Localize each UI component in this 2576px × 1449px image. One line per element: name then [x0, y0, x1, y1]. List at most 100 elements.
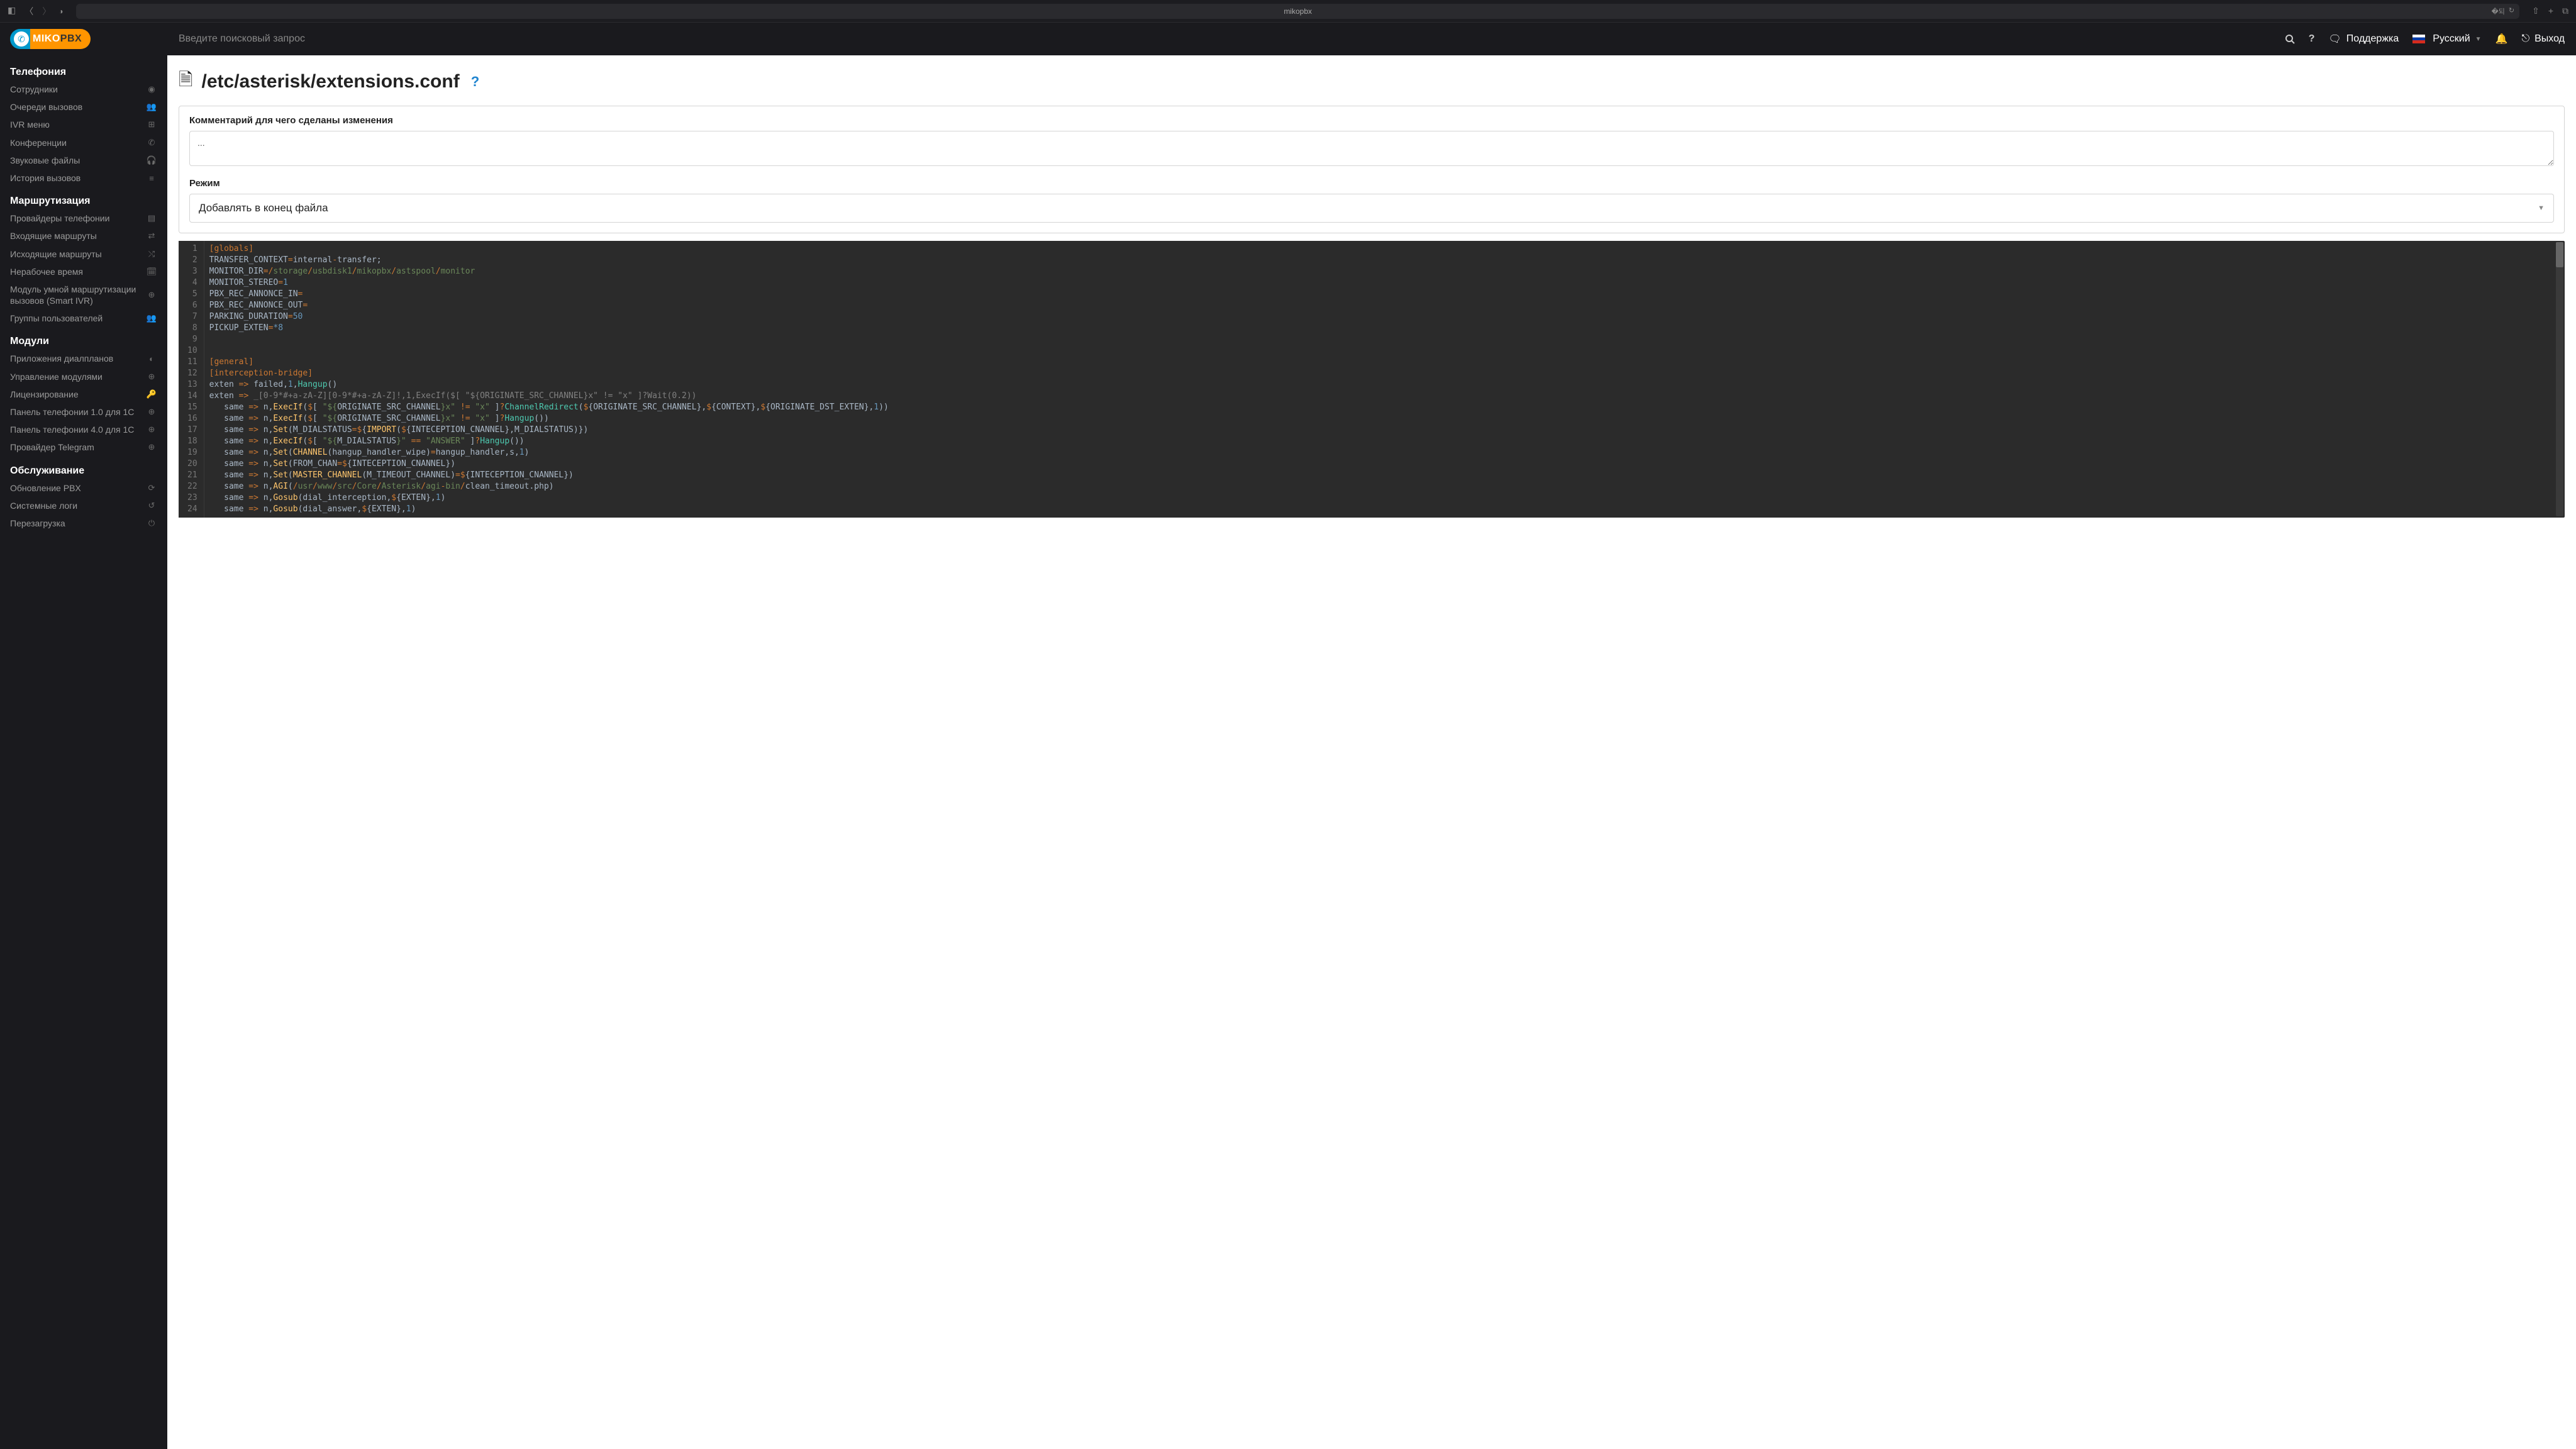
code-line[interactable]: same => n,AGI(/usr/www/src/Core/Asterisk… [209, 481, 2560, 492]
code-line[interactable]: [interception-bridge] [209, 368, 2560, 379]
code-line[interactable]: PARKING_DURATION=50 [209, 311, 2560, 323]
phone-icon: ✆ [14, 31, 29, 47]
tabs-icon[interactable]: ⧉ [2562, 6, 2568, 16]
code-line[interactable] [209, 334, 2560, 345]
sidebar-item[interactable]: История вызовов≡ [0, 169, 167, 187]
sidebar-item[interactable]: Провайдеры телефонии▤ [0, 209, 167, 227]
code-line[interactable]: same => n,Set(M_DIALSTATUS=${IMPORT(${IN… [209, 425, 2560, 436]
sidebar-item-label: Звуковые файлы [10, 155, 146, 166]
sidebar-item[interactable]: Нерабочее время🗓 [0, 263, 167, 280]
code-line[interactable]: PBX_REC_ANNONCE_IN= [209, 289, 2560, 300]
sidebar-item[interactable]: Модуль умной маршрутизации вызовов (Smar… [0, 280, 167, 309]
code-line[interactable]: exten => failed,1,Hangup() [209, 379, 2560, 391]
sidebar-item-label: История вызовов [10, 172, 146, 184]
sidebar-item[interactable]: Группы пользователей👥 [0, 309, 167, 327]
puzzle-icon: ⊕ [146, 372, 157, 382]
support-link[interactable]: 🗨 Поддержка [2328, 33, 2399, 45]
sidebar-item[interactable]: Звуковые файлы🎧 [0, 152, 167, 169]
sync-icon: ⟳ [146, 483, 157, 493]
code-line[interactable]: PBX_REC_ANNONCE_OUT= [209, 300, 2560, 311]
code-line[interactable]: same => n,Gosub(dial_interception,${EXTE… [209, 492, 2560, 504]
logout-link[interactable]: ⎋ Выход [2521, 33, 2565, 45]
sidebar-item[interactable]: Системные логи↺ [0, 497, 167, 514]
sidebar-item[interactable]: Входящие маршруты⇄ [0, 227, 167, 245]
sidebar-item[interactable]: Лицензирование🔑 [0, 386, 167, 403]
sidebar-item[interactable]: Очереди вызовов👥 [0, 98, 167, 116]
logout-icon: ⎋ [2521, 33, 2529, 45]
code-line[interactable]: same => n,ExecIf($[ "${ORIGINATE_SRC_CHA… [209, 413, 2560, 425]
sidebar-item[interactable]: Перезагрузка⏻ [0, 514, 167, 532]
sidebar-item-label: Лицензирование [10, 389, 146, 400]
phone-volume-icon: ✆ [146, 138, 157, 148]
code-line[interactable]: same => n,ExecIf($[ "${ORIGINATE_SRC_CHA… [209, 402, 2560, 413]
sidebar-item[interactable]: Панель телефонии 1.0 для 1С⊕ [0, 403, 167, 421]
forward-icon[interactable]: 〉 [42, 5, 51, 18]
code-line[interactable]: same => n,Gosub(dial_answer,${EXTEN},1) [209, 504, 2560, 515]
language-select[interactable]: Русский ▼ [2412, 33, 2481, 45]
share-icon[interactable]: ⇧ [2532, 6, 2540, 16]
sidebar-item[interactable]: Конференции✆ [0, 134, 167, 152]
code-line[interactable]: same => n,Set(CHANNEL(hangup_handler_wip… [209, 447, 2560, 458]
new-tab-icon[interactable]: + [2548, 6, 2553, 16]
list-icon: ≡ [146, 174, 157, 183]
sidebar-item-label: Системные логи [10, 500, 146, 511]
code-line[interactable]: [general] [209, 357, 2560, 368]
code-scrollbar-track[interactable] [2556, 242, 2563, 516]
comment-input[interactable] [189, 131, 2554, 166]
puzzle-icon: ⊕ [146, 407, 157, 417]
code-line[interactable]: PICKUP_EXTEN=*8 [209, 323, 2560, 334]
headphones-icon: 🎧 [146, 155, 157, 165]
code-line[interactable]: exten => _[0-9*#+a-zA-Z][0-9*#+a-zA-Z]!,… [209, 391, 2560, 402]
sidebar-item-label: IVR меню [10, 119, 146, 130]
puzzle-icon: ⊕ [146, 442, 157, 452]
sidebar-item[interactable]: Исходящие маршруты⤭ [0, 245, 167, 263]
content: 🗎 /etc/asterisk/extensions.conf ? Коммен… [167, 55, 2576, 1449]
sidebar-section-title: Модули [0, 331, 167, 350]
logo[interactable]: ✆ MIKOPBX [0, 23, 167, 58]
address-bar[interactable]: ◑ mikopbx �되 ↻ [76, 4, 2519, 19]
sidebar-item[interactable]: Управление модулями⊕ [0, 368, 167, 386]
code-gutter: 123456789101112131415161718192021222324 [179, 241, 204, 518]
code-line[interactable] [209, 345, 2560, 357]
sidebar-item[interactable]: Провайдер Telegram⊕ [0, 438, 167, 456]
code-line[interactable]: same => n,ExecIf($[ "${M_DIALSTATUS}" ==… [209, 436, 2560, 447]
sidebar-toggle-icon[interactable]: ◧ [8, 5, 16, 18]
users-cog-icon: 👥 [146, 313, 157, 323]
undo-icon: ↺ [146, 501, 157, 511]
comment-label: Комментарий для чего сделаны изменения [189, 115, 2554, 126]
code-lines[interactable]: [globals]TRANSFER_CONTEXT=internal-trans… [204, 241, 2565, 518]
code-line[interactable]: MONITOR_STEREO=1 [209, 277, 2560, 289]
sidebar-item[interactable]: Приложения диалпланов◐ [0, 350, 167, 367]
search-input[interactable]: Введите поисковый запрос [179, 33, 2271, 45]
search-icon[interactable] [2285, 34, 2295, 44]
sidebar-item-label: Очереди вызовов [10, 101, 146, 113]
mode-select[interactable]: Добавлять в конец файла ▼ [189, 194, 2554, 223]
back-icon[interactable]: 〈 [25, 5, 33, 18]
page-title: /etc/asterisk/extensions.conf [202, 71, 460, 92]
code-line[interactable]: [globals] [209, 243, 2560, 255]
translate-icon[interactable]: �되 [2491, 6, 2504, 16]
help-icon[interactable]: ? [2309, 33, 2315, 45]
url-text: mikopbx [1284, 7, 1312, 16]
code-line[interactable]: TRANSFER_CONTEXT=internal-transfer; [209, 255, 2560, 266]
code-editor[interactable]: 123456789101112131415161718192021222324 … [179, 241, 2565, 518]
code-line[interactable]: same => n,Set(MASTER_CHANNEL(M_TIMEOUT_C… [209, 470, 2560, 481]
php-icon: ◐ [146, 354, 157, 364]
sidebar-section-title: Маршрутизация [0, 191, 167, 209]
help-link-icon[interactable]: ? [471, 74, 479, 90]
sidebar-item[interactable]: Панель телефонии 4.0 для 1С⊕ [0, 421, 167, 438]
code-line[interactable]: same => n,Set(FROM_CHAN=${INTECEPTION_CN… [209, 458, 2560, 470]
sidebar-item[interactable]: IVR меню⊞ [0, 116, 167, 133]
mode-label: Режим [189, 178, 2554, 189]
code-scrollbar-thumb[interactable] [2556, 242, 2563, 267]
bell-icon[interactable]: 🔔 [2496, 33, 2508, 45]
reload-icon[interactable]: ↻ [2509, 6, 2514, 16]
sidebar-item-label: Панель телефонии 1.0 для 1С [10, 406, 146, 418]
sidebar-item-label: Провайдер Telegram [10, 441, 146, 453]
code-line[interactable]: MONITOR_DIR=/storage/usbdisk1/mikopbx/as… [209, 266, 2560, 277]
sidebar: ✆ MIKOPBX ТелефонияСотрудники◉Очереди вы… [0, 23, 167, 1449]
sidebar-item[interactable]: Обновление PBX⟳ [0, 479, 167, 497]
sliders-icon: ⇄ [146, 231, 157, 241]
sidebar-item[interactable]: Сотрудники◉ [0, 80, 167, 98]
sidebar-item-label: Обновление PBX [10, 482, 146, 494]
